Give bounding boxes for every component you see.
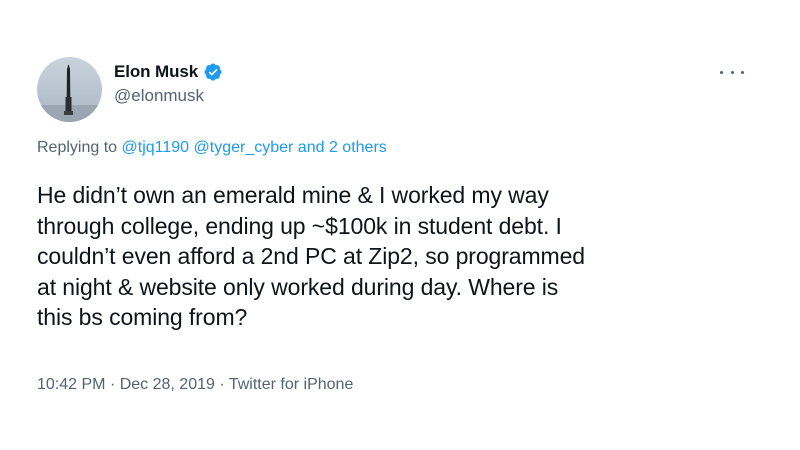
author-block: Elon Musk @elonmusk [114, 60, 223, 106]
reply-and-text: and [297, 139, 325, 156]
more-horizontal-icon[interactable] [720, 62, 744, 82]
tweet-date[interactable]: Dec 28, 2019 [120, 376, 215, 393]
meta-separator: · [219, 376, 225, 393]
avatar[interactable] [37, 57, 102, 122]
verified-badge-icon [203, 62, 223, 82]
tweet-source[interactable]: Twitter for iPhone [229, 376, 354, 393]
display-name[interactable]: Elon Musk [114, 62, 198, 82]
reply-user-link[interactable]: @tyger_cyber [194, 139, 294, 156]
meta-separator: · [109, 376, 116, 393]
replying-to-prefix: Replying to [37, 139, 118, 156]
reply-user-link[interactable]: @tjq1190 [122, 139, 190, 156]
tweet-time[interactable]: 10:42 PM [37, 376, 105, 393]
replying-to: Replying to @tjq1190 @tyger_cyber and 2 … [37, 139, 387, 157]
rocket-avatar-icon [37, 64, 102, 122]
tweet-card: Elon Musk @elonmusk Replying to @tjq1190… [0, 0, 800, 450]
reply-others-link[interactable]: 2 others [329, 139, 387, 156]
handle[interactable]: @elonmusk [114, 86, 223, 106]
tweet-text: He didn’t own an emerald mine & I worked… [37, 182, 585, 330]
tweet-meta: 10:42 PM · Dec 28, 2019 · Twitter for iP… [37, 376, 353, 394]
